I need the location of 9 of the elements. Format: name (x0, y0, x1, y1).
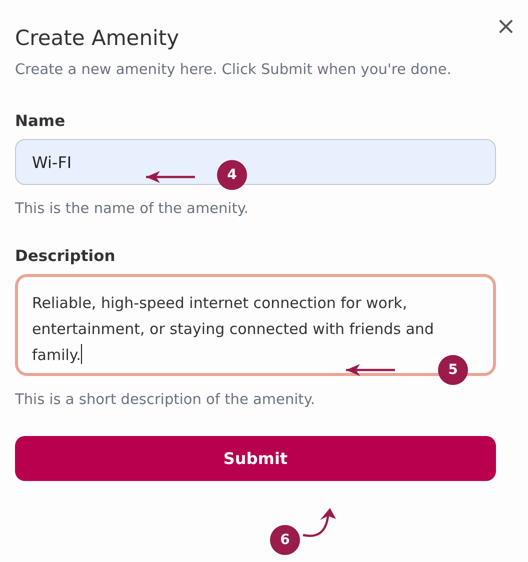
help-text: This is the name of the amenity. (15, 201, 250, 217)
submit-button[interactable]: Submit (15, 436, 496, 481)
help-text: This is a short description of the amenity. (15, 392, 316, 408)
field-label: Name (15, 112, 66, 130)
close-button[interactable]: × (496, 14, 516, 38)
dialog-title: Create Amenity (15, 26, 180, 50)
dialog-description: Create a new amenity here. Click Submit when you're done. (15, 62, 452, 78)
step-badge: 6 (270, 525, 300, 555)
field-label: Description (15, 247, 116, 265)
